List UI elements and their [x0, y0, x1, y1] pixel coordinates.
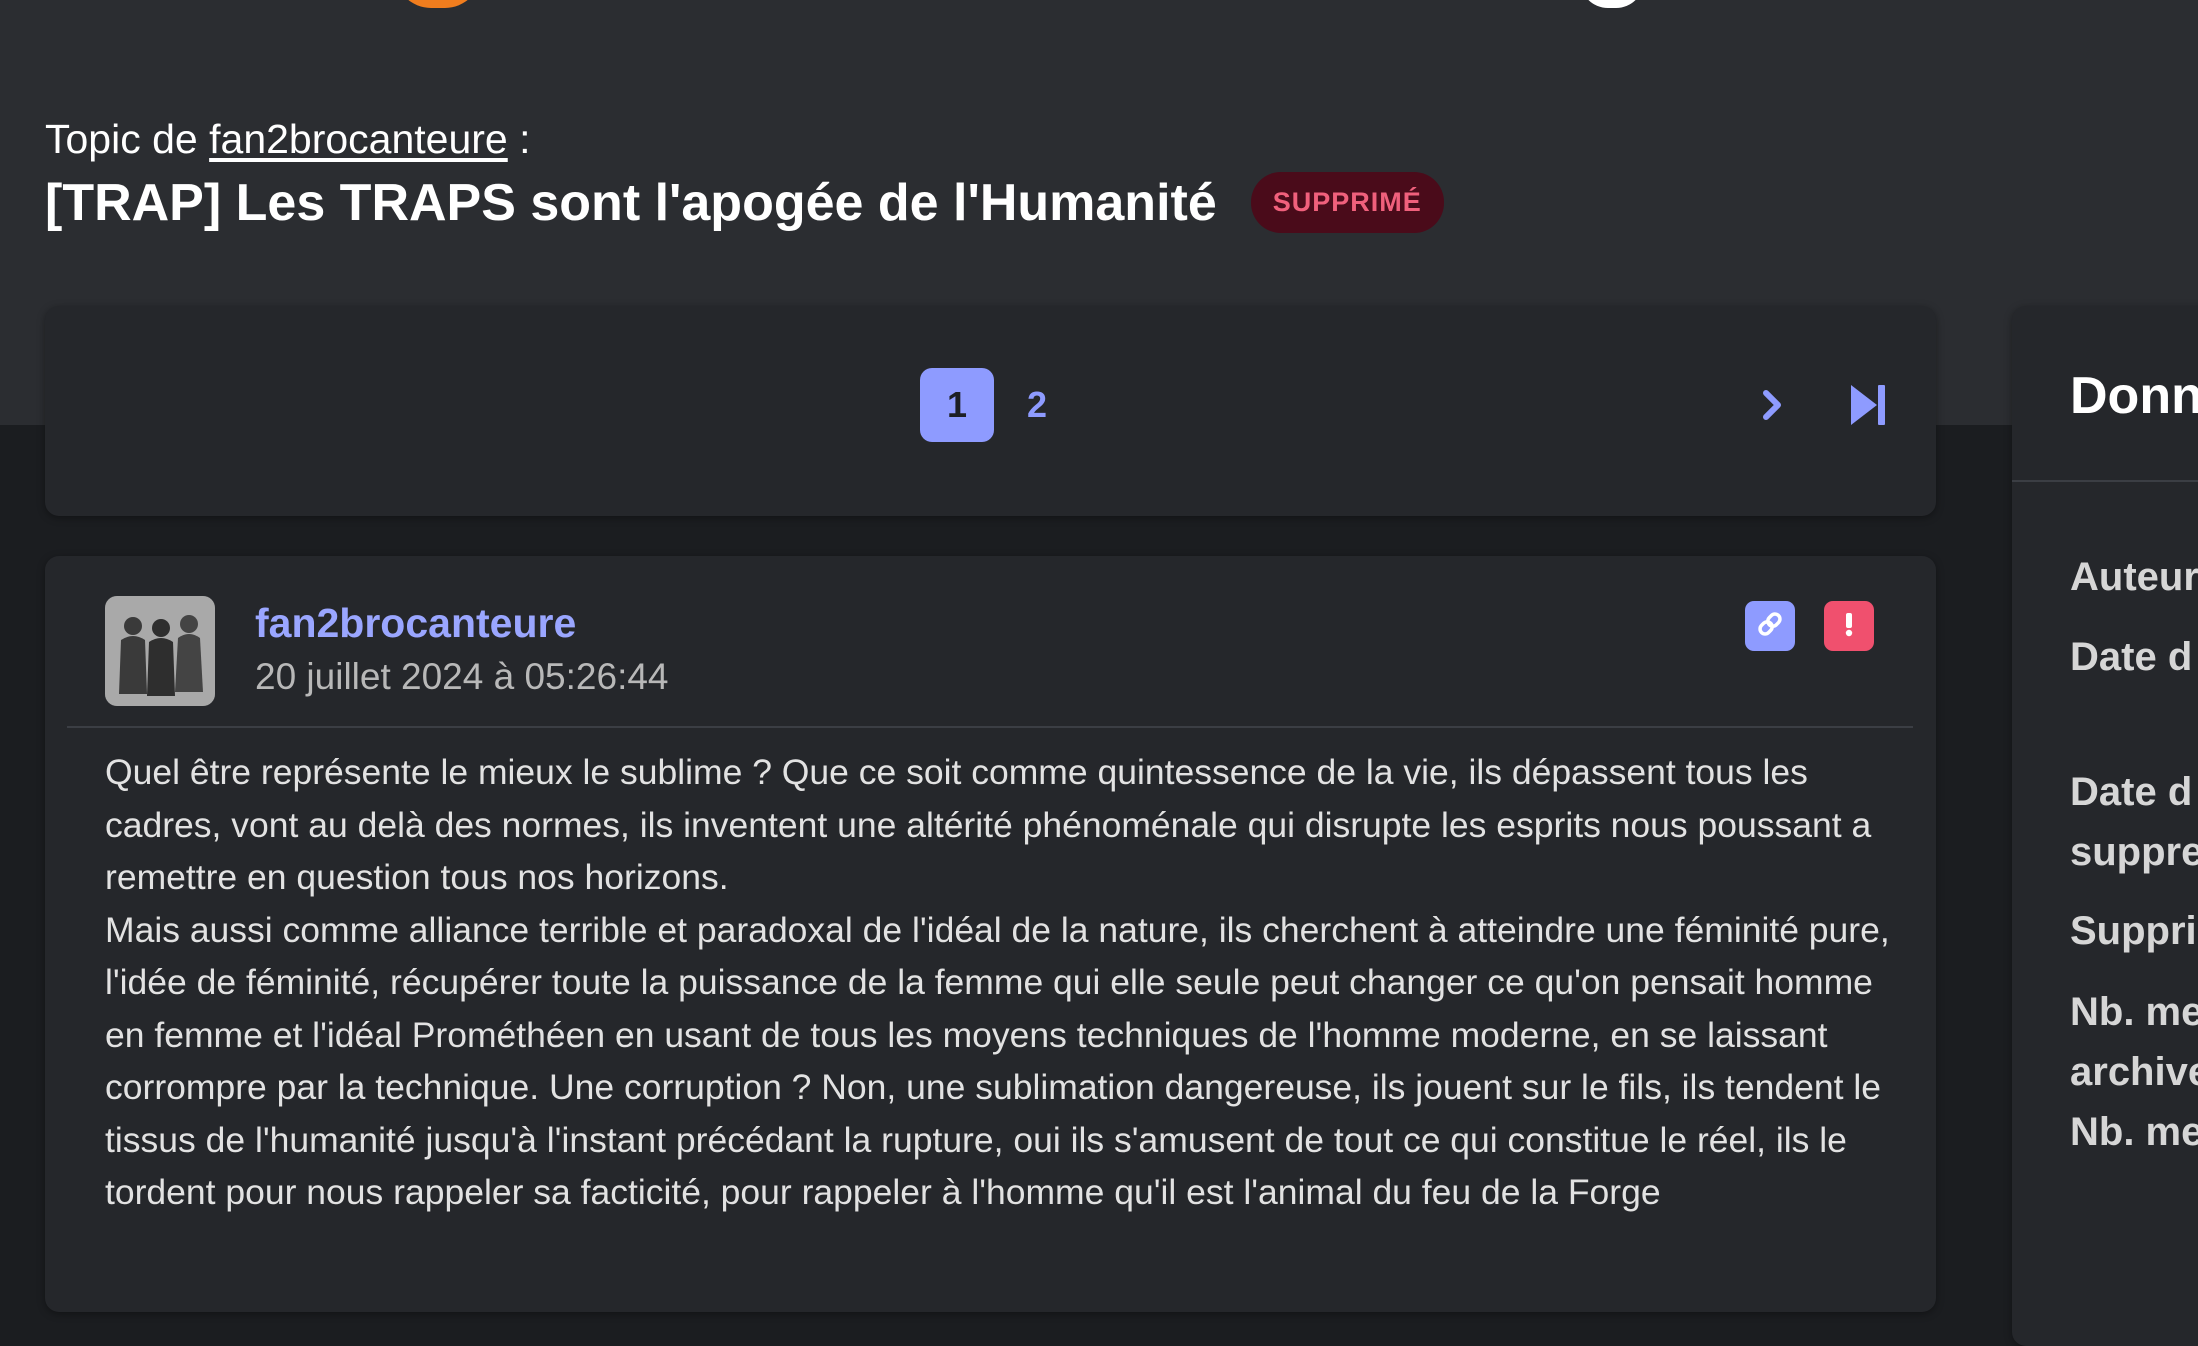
- topic-info-title: Donn: [2070, 367, 2198, 425]
- info-label-archived-count: Nb. me: [2070, 990, 2198, 1034]
- topic-author-line: Topic de fan2brocanteure :: [45, 116, 531, 163]
- info-label-deletion-date-cont: suppre: [2070, 830, 2198, 874]
- page-button-2[interactable]: 2: [1000, 368, 1074, 442]
- status-badge: SUPPRIMÉ: [1250, 172, 1444, 233]
- page-title: [TRAP] Les TRAPS sont l'apogée de l'Huma…: [45, 173, 1217, 232]
- post-paragraph: Mais aussi comme alliance terrible et pa…: [105, 909, 1890, 1213]
- chevron-right-icon[interactable]: [1745, 378, 1799, 432]
- post-divider: [67, 726, 1913, 728]
- info-label-date: Date d: [2070, 635, 2193, 679]
- topic-title-row: [TRAP] Les TRAPS sont l'apogée de l'Huma…: [45, 172, 1444, 233]
- skip-to-end-icon[interactable]: [1841, 378, 1895, 432]
- pagination-card: 1 2: [45, 306, 1936, 516]
- info-label-archived-count-cont: archive: [2070, 1050, 2198, 1094]
- post-body: Quel être représente le mieux le sublime…: [105, 746, 1915, 1219]
- info-label-author: Auteur: [2070, 555, 2198, 599]
- avatar[interactable]: [105, 596, 215, 706]
- report-button[interactable]: [1824, 601, 1874, 651]
- topic-author-prefix: Topic de: [45, 116, 198, 162]
- post-paragraph: Quel être représente le mieux le sublime…: [105, 752, 1872, 897]
- exclamation-icon: [1834, 609, 1864, 644]
- permalink-button[interactable]: [1745, 601, 1795, 651]
- page-button-1[interactable]: 1: [920, 368, 994, 442]
- info-label-deletion-date: Date d: [2070, 770, 2193, 814]
- topic-info-divider: [2012, 480, 2198, 482]
- info-label-deleted: Suppri: [2070, 909, 2197, 953]
- post-author-name[interactable]: fan2brocanteure: [255, 600, 576, 647]
- post-date: 20 juillet 2024 à 05:26:44: [255, 656, 669, 697]
- info-label-message-count: Nb. me: [2070, 1110, 2198, 1154]
- topic-info-card: Donn Auteur Date d Date d suppre Suppri …: [2012, 306, 2198, 1346]
- topic-author-suffix: :: [519, 116, 531, 162]
- topic-author-link[interactable]: fan2brocanteure: [209, 116, 508, 162]
- post-card: fan2brocanteure 20 juillet 2024 à 05:26:…: [45, 556, 1936, 1312]
- link-icon: [1755, 609, 1785, 644]
